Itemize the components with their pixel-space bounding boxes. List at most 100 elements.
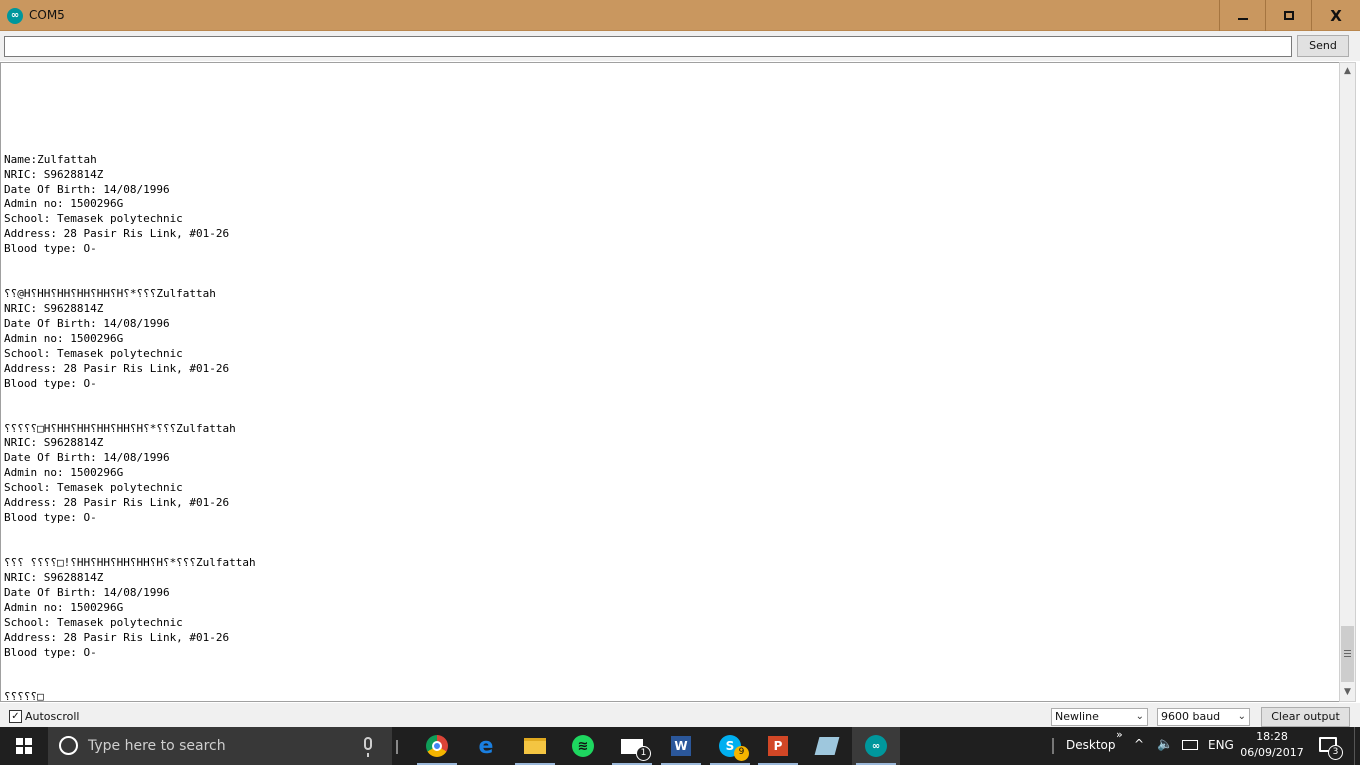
scroll-up-icon[interactable]: ▲ (1340, 63, 1355, 80)
output-scrollbar[interactable]: ▲ ▼ (1339, 62, 1356, 702)
battery-icon[interactable] (1182, 740, 1198, 750)
window-title: COM5 (29, 8, 65, 22)
output-line: ⸮⸮⸮ ⸮⸮⸮⸮□!⸮HH⸮HH⸮HH⸮HH⸮H⸮*⸮⸮⸮Zulfattah (4, 555, 256, 569)
output-line: Date Of Birth: 14/08/1996 (4, 182, 170, 196)
output-line: Admin no: 1500296G (4, 600, 124, 614)
output-line: Blood type: O- (4, 645, 97, 659)
microphone-icon[interactable] (364, 737, 372, 757)
output-line: Admin no: 1500296G (4, 197, 124, 211)
status-bar: ✓ Autoscroll Newline ⌄ 9600 baud ⌄ Clear… (0, 703, 1360, 727)
edge-icon: e (478, 733, 494, 759)
chevron-down-icon: ⌄ (1237, 711, 1246, 722)
grip-icon (1344, 650, 1351, 657)
taskbar-app-word[interactable]: W (657, 727, 705, 765)
notification-count-badge: 3 (1328, 745, 1343, 760)
desktop-toolbar-label[interactable]: Desktop (1066, 738, 1116, 752)
output-line: School: Temasek polytechnic (4, 481, 183, 495)
serial-input[interactable] (4, 36, 1292, 57)
output-line: Name:Zulfattah (4, 152, 97, 166)
maximize-button[interactable] (1265, 0, 1311, 31)
minimize-icon (1237, 17, 1248, 20)
clock-time: 18:28 (1256, 730, 1288, 743)
output-line: School: Temasek polytechnic (4, 615, 183, 629)
chevron-right-icon[interactable]: » (1116, 728, 1123, 741)
clock-date: 06/09/2017 (1240, 746, 1304, 759)
baud-rate-value: 9600 baud (1161, 710, 1221, 723)
taskbar-app-explorer[interactable] (511, 727, 559, 765)
taskbar-search[interactable]: Type here to search (48, 727, 392, 765)
scroll-down-icon[interactable]: ▼ (1340, 684, 1355, 701)
minimize-button[interactable] (1219, 0, 1265, 31)
scrollbar-thumb[interactable] (1341, 626, 1354, 682)
output-line: Blood type: O- (4, 376, 97, 390)
output-line: Date Of Birth: 14/08/1996 (4, 316, 170, 330)
output-line: Admin no: 1500296G (4, 466, 124, 480)
output-line: NRIC: S9628814Z (4, 167, 104, 181)
serial-output-lines: Name:Zulfattah NRIC: S9628814Z Date Of Bir… (4, 63, 256, 701)
taskbar-app-powerpoint[interactable]: P (754, 727, 802, 765)
spotify-icon: ≋ (572, 735, 594, 757)
windows-logo-icon (16, 738, 32, 754)
output-line: Admin no: 1500296G (4, 331, 124, 345)
output-line: Address: 28 Pasir Ris Link, #01-26 (4, 227, 230, 241)
output-line: Date Of Birth: 14/08/1996 (4, 451, 170, 465)
powerpoint-icon: P (768, 736, 788, 756)
autoscroll-checkbox[interactable]: ✓ (9, 710, 22, 723)
system-clock[interactable]: 18:28 06/09/2017 (1240, 729, 1304, 761)
output-line: Address: 28 Pasir Ris Link, #01-26 (4, 630, 230, 644)
show-desktop-button[interactable] (1354, 727, 1360, 765)
line-ending-select[interactable]: Newline ⌄ (1051, 708, 1148, 726)
taskbar-app-chrome[interactable] (413, 727, 461, 765)
send-button[interactable]: Send (1297, 35, 1349, 57)
volume-icon[interactable]: 🔈 (1157, 737, 1173, 752)
output-line: NRIC: S9628814Z (4, 436, 104, 450)
chevron-down-icon: ⌄ (1135, 711, 1144, 722)
output-line: NRIC: S9628814Z (4, 302, 104, 315)
paper-icon (814, 737, 840, 755)
autoscroll-label: Autoscroll (25, 710, 80, 723)
line-ending-value: Newline (1055, 710, 1099, 723)
word-icon: W (671, 736, 691, 756)
chrome-icon (426, 735, 448, 757)
taskbar-app-spotify[interactable]: ≋ (559, 727, 607, 765)
start-button[interactable] (0, 727, 48, 765)
show-hidden-icons-icon[interactable]: ^ (1134, 737, 1144, 751)
title-bar: ∞ COM5 X (0, 0, 1360, 31)
taskbar-app-arduino[interactable]: ∞ (852, 727, 900, 765)
close-button[interactable]: X (1311, 0, 1360, 31)
taskbar-app-skype[interactable]: S9 (706, 727, 754, 765)
toolbar-separator (1052, 738, 1054, 754)
file-explorer-icon (524, 738, 546, 754)
language-indicator[interactable]: ENG (1208, 738, 1234, 752)
taskbar-app-edge[interactable]: e (462, 727, 510, 765)
clear-output-button[interactable]: Clear output (1261, 707, 1350, 727)
output-line: Address: 28 Pasir Ris Link, #01-26 (4, 361, 230, 375)
taskbar: Type here to search e ≋ 1 W S9 P ∞ Deskt… (0, 727, 1360, 765)
skype-badge: 9 (734, 746, 749, 761)
output-line: NRIC: S9628814Z (4, 570, 104, 584)
taskbar-app-paper[interactable] (803, 727, 851, 765)
taskbar-app-mail[interactable]: 1 (608, 727, 656, 765)
output-line: School: Temasek polytechnic (4, 212, 183, 226)
output-line: ⸮⸮@H⸮HH⸮HH⸮HH⸮HH⸮H⸮*⸮⸮⸮Zulfattah (4, 287, 216, 301)
task-view-icon[interactable] (396, 740, 398, 754)
arduino-icon: ∞ (865, 735, 887, 757)
output-line: Address: 28 Pasir Ris Link, #01-26 (4, 496, 230, 510)
search-placeholder: Type here to search (88, 738, 226, 754)
output-line: Blood type: O- (4, 511, 97, 525)
baud-rate-select[interactable]: 9600 baud ⌄ (1157, 708, 1250, 726)
serial-output[interactable]: Name:Zulfattah NRIC: S9628814Z Date Of Bir… (0, 62, 1339, 702)
output-line: Blood type: O- (4, 242, 97, 256)
maximize-icon (1283, 11, 1294, 20)
